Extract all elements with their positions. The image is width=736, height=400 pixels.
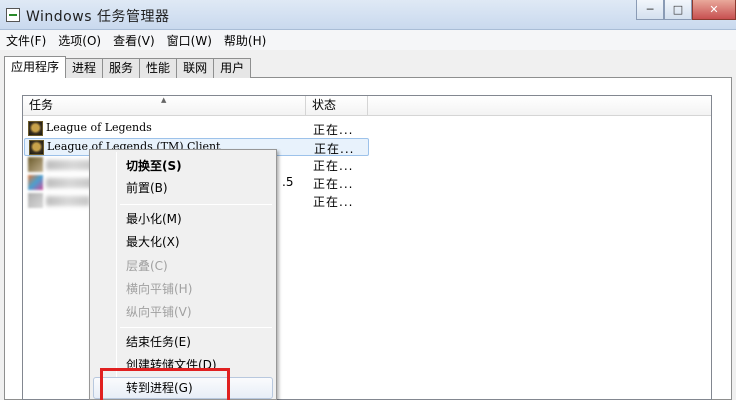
title-bar[interactable]: Windows 任务管理器 ─ □ ✕	[0, 0, 736, 30]
column-label-status: 状态	[312, 98, 337, 112]
tab-applications[interactable]: 应用程序	[4, 56, 67, 78]
tab-processes[interactable]: 进程	[65, 58, 104, 78]
menu-item-bring-to-front[interactable]: 前置(B)	[126, 179, 168, 196]
tab-users[interactable]: 用户	[213, 58, 252, 78]
column-header-filler	[368, 96, 711, 116]
context-menu: 切换至(S) 前置(B) 最小化(M) 最大化(X) 层叠(C) 横向平铺(H)…	[89, 149, 277, 400]
menu-item-minimize[interactable]: 最小化(M)	[126, 210, 182, 227]
list-header: 任务 ▲ 状态	[23, 96, 711, 116]
menu-item-tile-vertically[interactable]: 纵向平铺(V)	[126, 303, 192, 320]
menu-help[interactable]: 帮助(H)	[218, 32, 272, 49]
tab-networking[interactable]: 联网	[176, 58, 215, 78]
task-status: 正在...	[313, 195, 354, 209]
sort-ascending-icon: ▲	[161, 96, 167, 104]
list-item[interactable]: League of Legends 正在...	[24, 120, 369, 138]
redacted-task-name	[46, 196, 90, 206]
redacted-task-name	[46, 178, 94, 188]
task-name-suffix: .5	[282, 175, 294, 189]
window-controls: ─ □ ✕	[636, 0, 736, 20]
league-of-legends-icon	[29, 140, 44, 155]
menu-item-maximize[interactable]: 最大化(X)	[126, 233, 180, 250]
column-header-task[interactable]: 任务 ▲	[23, 96, 306, 116]
task-status: 正在...	[314, 142, 355, 156]
menu-item-cascade[interactable]: 层叠(C)	[126, 257, 168, 274]
tab-services[interactable]: 服务	[102, 58, 141, 78]
column-header-status[interactable]: 状态	[306, 96, 368, 116]
menu-item-end-task[interactable]: 结束任务(E)	[126, 333, 191, 350]
menu-bar: 文件(F) 选项(O) 查看(V) 窗口(W) 帮助(H)	[0, 30, 736, 50]
window-title: Windows 任务管理器	[26, 9, 170, 25]
menu-options[interactable]: 选项(O)	[52, 32, 107, 49]
task-status: 正在...	[313, 159, 354, 173]
blurred-app-icon	[28, 175, 43, 190]
maximize-button[interactable]: □	[664, 0, 692, 20]
column-label-task: 任务	[29, 98, 54, 112]
close-button[interactable]: ✕	[692, 0, 736, 20]
minimize-button[interactable]: ─	[636, 0, 664, 20]
blurred-app-icon	[28, 157, 43, 172]
task-status: 正在...	[313, 123, 354, 137]
menu-separator	[120, 204, 272, 205]
task-manager-icon	[6, 8, 20, 22]
menu-item-tile-horizontally[interactable]: 横向平铺(H)	[126, 280, 192, 297]
task-name: League of Legends	[46, 121, 152, 134]
menu-item-switch-to[interactable]: 切换至(S)	[126, 157, 182, 174]
blurred-app-icon	[28, 193, 43, 208]
tab-strip: 应用程序 进程 服务 性能 联网 用户	[4, 56, 252, 78]
tab-performance[interactable]: 性能	[139, 58, 178, 78]
menu-separator	[120, 327, 272, 328]
menu-window[interactable]: 窗口(W)	[161, 32, 218, 49]
league-of-legends-icon	[28, 121, 43, 136]
annotation-highlight-box	[100, 368, 230, 400]
menu-file[interactable]: 文件(F)	[0, 32, 52, 49]
menu-gutter	[116, 152, 117, 397]
menu-view[interactable]: 查看(V)	[107, 32, 161, 49]
task-status: 正在...	[313, 177, 354, 191]
